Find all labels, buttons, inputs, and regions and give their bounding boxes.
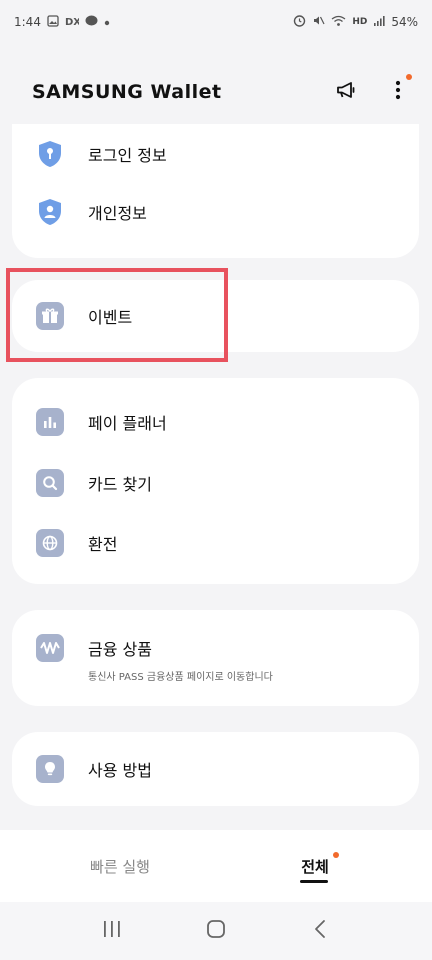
menu-label: 페이 플래너 xyxy=(88,414,167,433)
battery-text: 54% xyxy=(391,15,418,29)
home-button[interactable] xyxy=(196,911,236,951)
menu-label: 환전 xyxy=(88,535,118,554)
gift-icon xyxy=(36,302,64,330)
status-bar: 1:44 DX HD 54% xyxy=(0,0,432,44)
home-icon xyxy=(206,919,226,943)
shield-key-icon xyxy=(36,140,64,168)
recent-apps-button[interactable] xyxy=(92,911,132,951)
alarm-icon xyxy=(293,14,306,30)
wifi-icon xyxy=(331,15,346,30)
tab-all-badge-dot xyxy=(333,852,339,858)
menu-item-how-to-use[interactable]: 사용 방법 xyxy=(12,739,419,799)
status-right: HD 54% xyxy=(293,14,418,30)
svg-text:DX: DX xyxy=(65,17,79,27)
app-title: SAMSUNG Wallet xyxy=(32,81,222,103)
bar-chart-icon xyxy=(36,408,64,436)
menu-item-pay-planner[interactable]: 페이 플래너 xyxy=(12,392,419,452)
signal-icon xyxy=(373,15,385,30)
help-card: 사용 방법 xyxy=(12,732,419,806)
status-time: 1:44 xyxy=(14,15,41,29)
app-header: SAMSUNG Wallet xyxy=(0,60,432,124)
more-notifications-icon xyxy=(104,15,110,29)
back-button[interactable] xyxy=(300,911,340,951)
talk-icon xyxy=(85,15,98,30)
menu-item-finance-products[interactable]: 금융 상품 통신사 PASS 금융상품 페이지로 이동합니다 xyxy=(12,610,419,706)
network-type: HD xyxy=(352,17,368,27)
menu-item-find-card[interactable]: 카드 찾기 xyxy=(12,453,419,513)
menu-label: 카드 찾기 xyxy=(88,475,152,494)
menu-label: 금융 상품 xyxy=(88,640,152,659)
security-card: 로그인 정보 개인정보 xyxy=(12,124,419,258)
services-card: 페이 플래너 카드 찾기 환전 xyxy=(12,378,419,584)
gallery-icon xyxy=(47,14,59,30)
menu-item-event[interactable]: 이벤트 xyxy=(12,286,419,346)
more-vertical-icon xyxy=(395,79,401,105)
status-left: 1:44 DX xyxy=(14,14,110,30)
new-badge-dot xyxy=(406,74,412,80)
pass-logo-icon xyxy=(36,634,64,662)
recent-apps-icon xyxy=(102,920,122,942)
globe-icon xyxy=(36,529,64,557)
bottom-tab-bar: 빠른 실행 전체 xyxy=(0,830,432,902)
menu-item-personal-info[interactable]: 개인정보 xyxy=(12,182,419,242)
notice-button[interactable] xyxy=(330,76,362,108)
back-chevron-icon xyxy=(313,919,327,943)
finance-card: 금융 상품 통신사 PASS 금융상품 페이지로 이동합니다 xyxy=(12,610,419,706)
lightbulb-icon xyxy=(36,755,64,783)
tab-quick-actions[interactable]: 빠른 실행 xyxy=(60,830,180,902)
header-actions xyxy=(330,74,414,108)
menu-item-login-info[interactable]: 로그인 정보 xyxy=(12,124,419,184)
menu-label: 이벤트 xyxy=(88,308,133,327)
event-card: 이벤트 xyxy=(12,280,419,352)
menu-item-exchange[interactable]: 환전 xyxy=(12,513,419,573)
tab-all-underline xyxy=(300,880,328,883)
menu-label: 로그인 정보 xyxy=(88,146,167,165)
more-options-button[interactable] xyxy=(382,74,414,108)
menu-label: 사용 방법 xyxy=(88,761,152,780)
mute-icon xyxy=(312,14,325,30)
dex-icon: DX xyxy=(65,15,81,30)
menu-label: 개인정보 xyxy=(88,204,147,223)
system-nav-bar xyxy=(0,902,432,960)
menu-sublabel: 통신사 PASS 금융상품 페이지로 이동합니다 xyxy=(88,672,273,683)
shield-person-icon xyxy=(36,198,64,226)
tab-all[interactable]: 전체 xyxy=(270,830,360,902)
search-icon xyxy=(36,469,64,497)
megaphone-icon xyxy=(335,79,357,105)
